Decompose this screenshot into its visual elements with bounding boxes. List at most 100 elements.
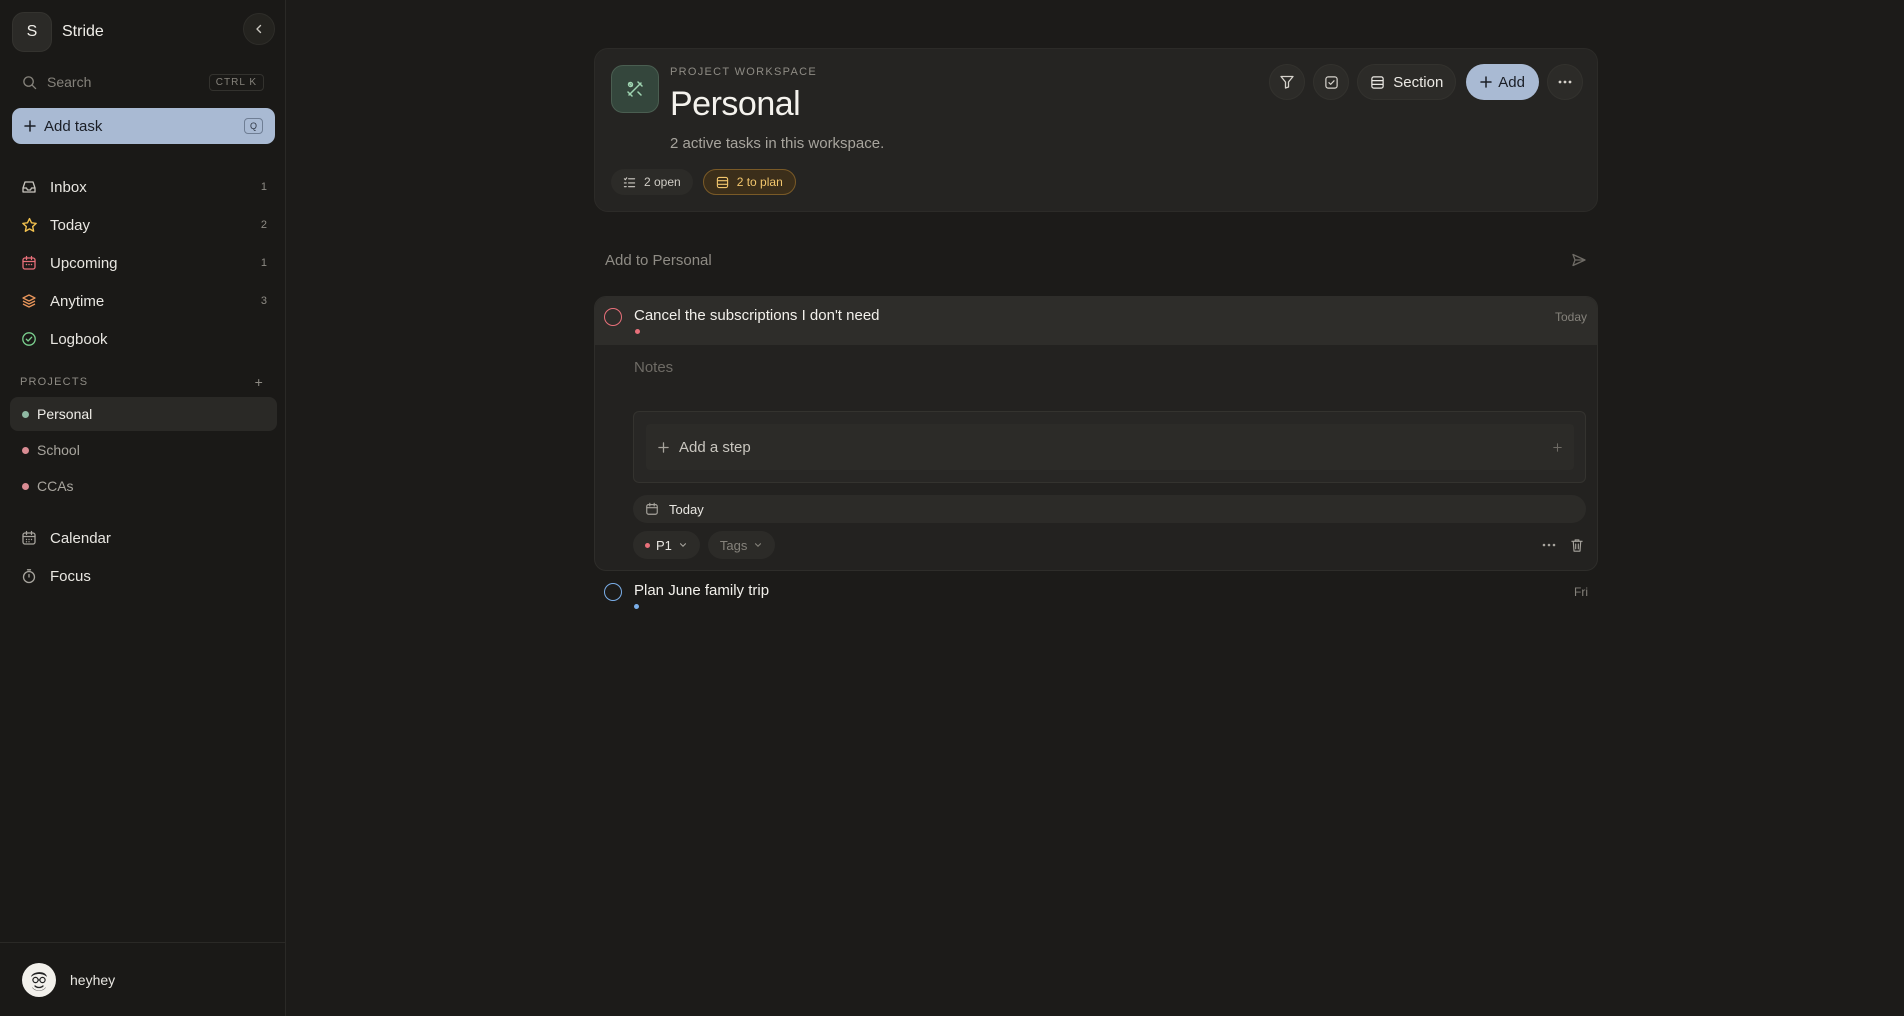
notes-field[interactable]: Notes — [634, 359, 673, 376]
main-nav: Inbox 1 Today 2 Upcoming 1 Anytime 3 Log… — [12, 168, 275, 358]
header-actions: Section Add — [1269, 64, 1583, 100]
projects-title: PROJECTS — [20, 376, 89, 388]
sidebar: S Stride Search CTRL K Add task Q Inbox … — [0, 0, 286, 1016]
task-due: Today — [1554, 310, 1587, 324]
project-color-dot — [22, 410, 29, 418]
checklist: Add a step — [633, 411, 1586, 483]
filter-button[interactable] — [1269, 64, 1306, 100]
add-section-button[interactable]: Section — [1357, 64, 1457, 100]
avatar — [22, 962, 56, 997]
priority-dot — [634, 604, 639, 609]
to-plan-label: 2 to plan — [736, 175, 783, 189]
add-task-label: Add task — [44, 117, 103, 135]
sidebar-item-school[interactable]: School — [10, 433, 277, 467]
quick-add-placeholder: Add to Personal — [605, 251, 712, 269]
plus-icon — [24, 120, 36, 132]
project-header-card: PROJECT WORKSPACE Personal 2 active task… — [594, 48, 1598, 212]
calendar-grid-icon — [20, 529, 38, 547]
section-label: Section — [1393, 73, 1444, 91]
priority-dot — [635, 329, 640, 334]
sidebar-item-label: Today — [50, 216, 91, 234]
trash-icon[interactable] — [1570, 538, 1584, 553]
add-step-input[interactable]: Add a step — [646, 424, 1574, 470]
quick-add-input[interactable]: Add to Personal — [594, 244, 1598, 276]
open-count-chip[interactable]: 2 open — [611, 169, 693, 195]
sidebar-item-focus[interactable]: Focus — [12, 557, 275, 595]
calendar-icon — [20, 254, 38, 272]
chevron-down-icon — [755, 543, 762, 548]
inbox-icon — [20, 178, 38, 196]
project-color-dot — [22, 482, 29, 490]
task-expanded: Cancel the subscriptions I don't need To… — [594, 296, 1598, 571]
sidebar-item-label: Logbook — [50, 330, 108, 348]
sidebar-item-today[interactable]: Today 2 — [12, 206, 275, 244]
sidebar-item-count: 2 — [260, 219, 267, 231]
sidebar-item-ccas[interactable]: CCAs — [10, 469, 277, 503]
sidebar-item-inbox[interactable]: Inbox 1 — [12, 168, 275, 206]
project-icon — [611, 65, 659, 113]
task-checkbox[interactable] — [604, 308, 622, 326]
collapse-sidebar-button[interactable] — [243, 13, 275, 45]
task-row[interactable]: Plan June family trip Fri — [594, 573, 1598, 619]
checkbox-icon — [1325, 75, 1338, 89]
calendar-icon — [646, 502, 658, 515]
sidebar-item-count: 3 — [260, 295, 267, 307]
date-picker[interactable]: Today — [633, 495, 1586, 523]
sidebar-item-count: 1 — [260, 257, 267, 269]
user-name: heyhey — [70, 971, 116, 988]
project-color-dot — [22, 446, 29, 454]
search-icon — [23, 75, 37, 89]
check-circle-icon — [20, 330, 38, 348]
sidebar-item-anytime[interactable]: Anytime 3 — [12, 282, 275, 320]
plus-icon — [1480, 76, 1493, 88]
sidebar-item-upcoming[interactable]: Upcoming 1 — [12, 244, 275, 282]
filter-icon — [1280, 75, 1294, 89]
add-project-button[interactable]: + — [255, 374, 264, 390]
list-check-icon — [623, 176, 636, 187]
task-title[interactable]: Plan June family trip — [634, 582, 769, 599]
add-task-button[interactable]: Add task Q — [12, 108, 275, 144]
chevron-left-icon — [256, 24, 262, 34]
more-horizontal-icon — [1558, 80, 1572, 84]
projects-list: Personal School CCAs — [10, 397, 277, 505]
project-label: School — [37, 442, 80, 458]
send-icon[interactable] — [1571, 252, 1587, 268]
task-row[interactable]: Cancel the subscriptions I don't need To… — [595, 297, 1597, 345]
date-value: Today — [669, 501, 704, 517]
tools-icon — [627, 81, 643, 97]
tags-select[interactable]: Tags — [707, 531, 776, 559]
layers-icon — [20, 292, 38, 310]
sidebar-item-logbook[interactable]: Logbook — [12, 320, 275, 358]
task-checkbox[interactable] — [604, 583, 622, 601]
more-options-button[interactable] — [1547, 64, 1583, 100]
search-input[interactable]: Search CTRL K — [12, 66, 274, 98]
summary-chips: 2 open 2 to plan — [611, 169, 796, 195]
select-tasks-button[interactable] — [1313, 64, 1350, 100]
user-profile[interactable]: heyhey — [0, 942, 286, 1016]
priority-value: P1 — [656, 537, 672, 553]
secondary-nav: Calendar Focus — [12, 519, 275, 595]
sidebar-item-label: Anytime — [50, 292, 105, 310]
project-label: Personal — [37, 406, 93, 422]
add-step-label: Add a step — [679, 438, 751, 456]
sidebar-item-personal[interactable]: Personal — [10, 397, 277, 431]
sidebar-item-count: 1 — [260, 181, 267, 193]
add-label: Add — [1498, 73, 1525, 91]
add-button[interactable]: Add — [1466, 64, 1539, 100]
sidebar-item-calendar[interactable]: Calendar — [12, 519, 275, 557]
to-plan-chip[interactable]: 2 to plan — [702, 169, 796, 195]
brand[interactable]: S Stride — [12, 12, 104, 52]
sidebar-item-label: Focus — [50, 567, 91, 585]
task-title[interactable]: Cancel the subscriptions I don't need — [634, 307, 880, 324]
task-due: Fri — [1574, 585, 1588, 599]
sidebar-item-label: Calendar — [50, 529, 111, 547]
add-task-shortcut: Q — [243, 118, 263, 134]
workspace-eyebrow: PROJECT WORKSPACE — [670, 66, 817, 78]
tray-icon — [716, 176, 728, 188]
app-name: Stride — [62, 23, 104, 40]
more-horizontal-icon[interactable] — [1542, 543, 1556, 547]
app-logo: S — [12, 12, 52, 52]
open-count-label: 2 open — [644, 175, 681, 189]
plus-icon[interactable] — [1553, 442, 1562, 452]
priority-select[interactable]: P1 — [633, 531, 700, 559]
